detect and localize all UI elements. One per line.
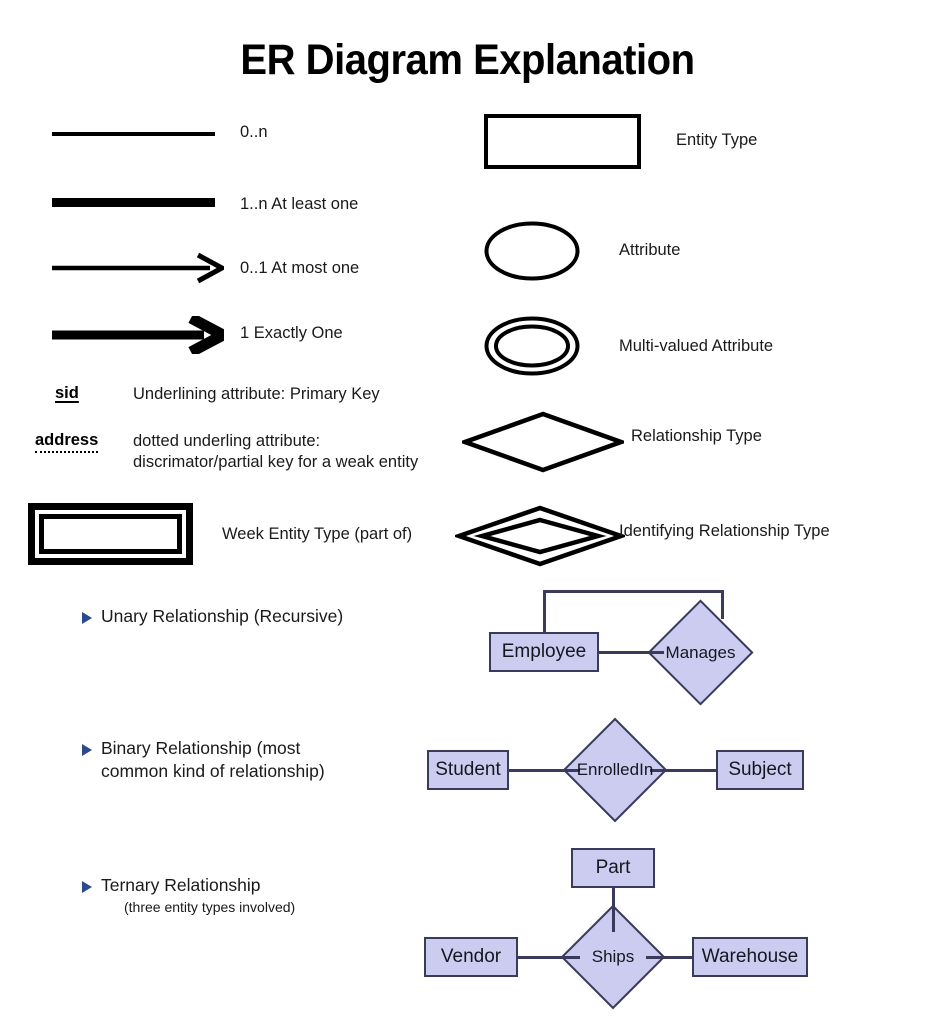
attribute-shape [484, 221, 580, 281]
bullet-binary-relationship-label: Binary Relationship (most common kind of… [101, 738, 325, 782]
bullet-unary-relationship-label: Unary Relationship (Recursive) [101, 606, 344, 626]
triangle-bullet-icon [82, 744, 92, 756]
entity-warehouse: Warehouse [692, 937, 808, 977]
entity-vendor: Vendor [424, 937, 518, 977]
entity-subject-label: Subject [728, 759, 792, 780]
connector-part-ships [612, 888, 615, 932]
entity-vendor-label: Vendor [440, 946, 502, 967]
weak-entity-type-label: Week Entity Type (part of) [222, 525, 413, 543]
entity-student-label: Student [435, 759, 501, 780]
entity-part: Part [571, 848, 655, 888]
identifying-relationship-type-shape [455, 505, 625, 567]
connector-recursive-right [721, 590, 724, 619]
relationship-type-label: Relationship Type [631, 427, 762, 445]
key-description-partial-key: dotted underling attribute: discrimator/… [133, 432, 419, 472]
cardinality-symbol-thick-arrow [52, 316, 224, 354]
cardinality-symbol-thin-line [52, 132, 215, 136]
cardinality-symbol-thin-arrow [52, 252, 224, 284]
bullet-ternary-relationship-subnote: (three entity types involved) [124, 899, 296, 915]
page-title: ER Diagram Explanation [240, 36, 695, 84]
key-term-sid: sid [55, 384, 79, 402]
identifying-relationship-type-label: Identifying Relationship Type [619, 522, 830, 540]
key-description-primary-key: Underlining attribute: Primary Key [133, 385, 380, 403]
connector-recursive-left [543, 590, 546, 633]
entity-employee-label: Employee [501, 641, 587, 662]
entity-part-label: Part [595, 857, 631, 878]
cardinality-label-zero-to-n: 0..n [240, 123, 268, 141]
multi-valued-attribute-label: Multi-valued Attribute [619, 337, 774, 355]
triangle-bullet-icon [82, 612, 92, 624]
connector-enrolledin-subject [650, 769, 717, 772]
cardinality-label-zero-to-one: 0..1 At most one [240, 259, 360, 277]
entity-type-shape [484, 114, 641, 169]
connector-recursive-top [543, 590, 723, 593]
attribute-label: Attribute [619, 241, 681, 259]
connector-student-enrolledin [509, 769, 580, 772]
relationship-enrolledin: EnrolledIn [562, 717, 668, 823]
relationship-enrolledin-label: EnrolledIn [576, 760, 654, 779]
relationship-manages: Manages [647, 599, 754, 706]
entity-employee: Employee [489, 632, 599, 672]
cardinality-label-one-to-n: 1..n At least one [240, 195, 359, 213]
connector-vendor-ships [518, 956, 580, 959]
relationship-manages-label: Manages [665, 642, 736, 662]
triangle-bullet-icon [82, 881, 92, 893]
relationship-ships-label: Ships [591, 947, 635, 966]
connector-employee-manages [599, 651, 664, 654]
relationship-type-shape [462, 411, 624, 473]
entity-type-label: Entity Type [676, 131, 758, 149]
entity-subject: Subject [716, 750, 804, 790]
key-term-address: address [35, 431, 99, 453]
connector-ships-warehouse [646, 956, 693, 959]
multi-valued-attribute-shape [484, 316, 580, 376]
bullet-ternary-relationship-label: Ternary Relationship [101, 875, 261, 895]
entity-student: Student [427, 750, 509, 790]
entity-warehouse-label: Warehouse [701, 946, 799, 967]
weak-entity-type-shape [28, 503, 193, 565]
cardinality-symbol-thick-line [52, 198, 215, 207]
cardinality-label-exactly-one: 1 Exactly One [240, 324, 343, 342]
